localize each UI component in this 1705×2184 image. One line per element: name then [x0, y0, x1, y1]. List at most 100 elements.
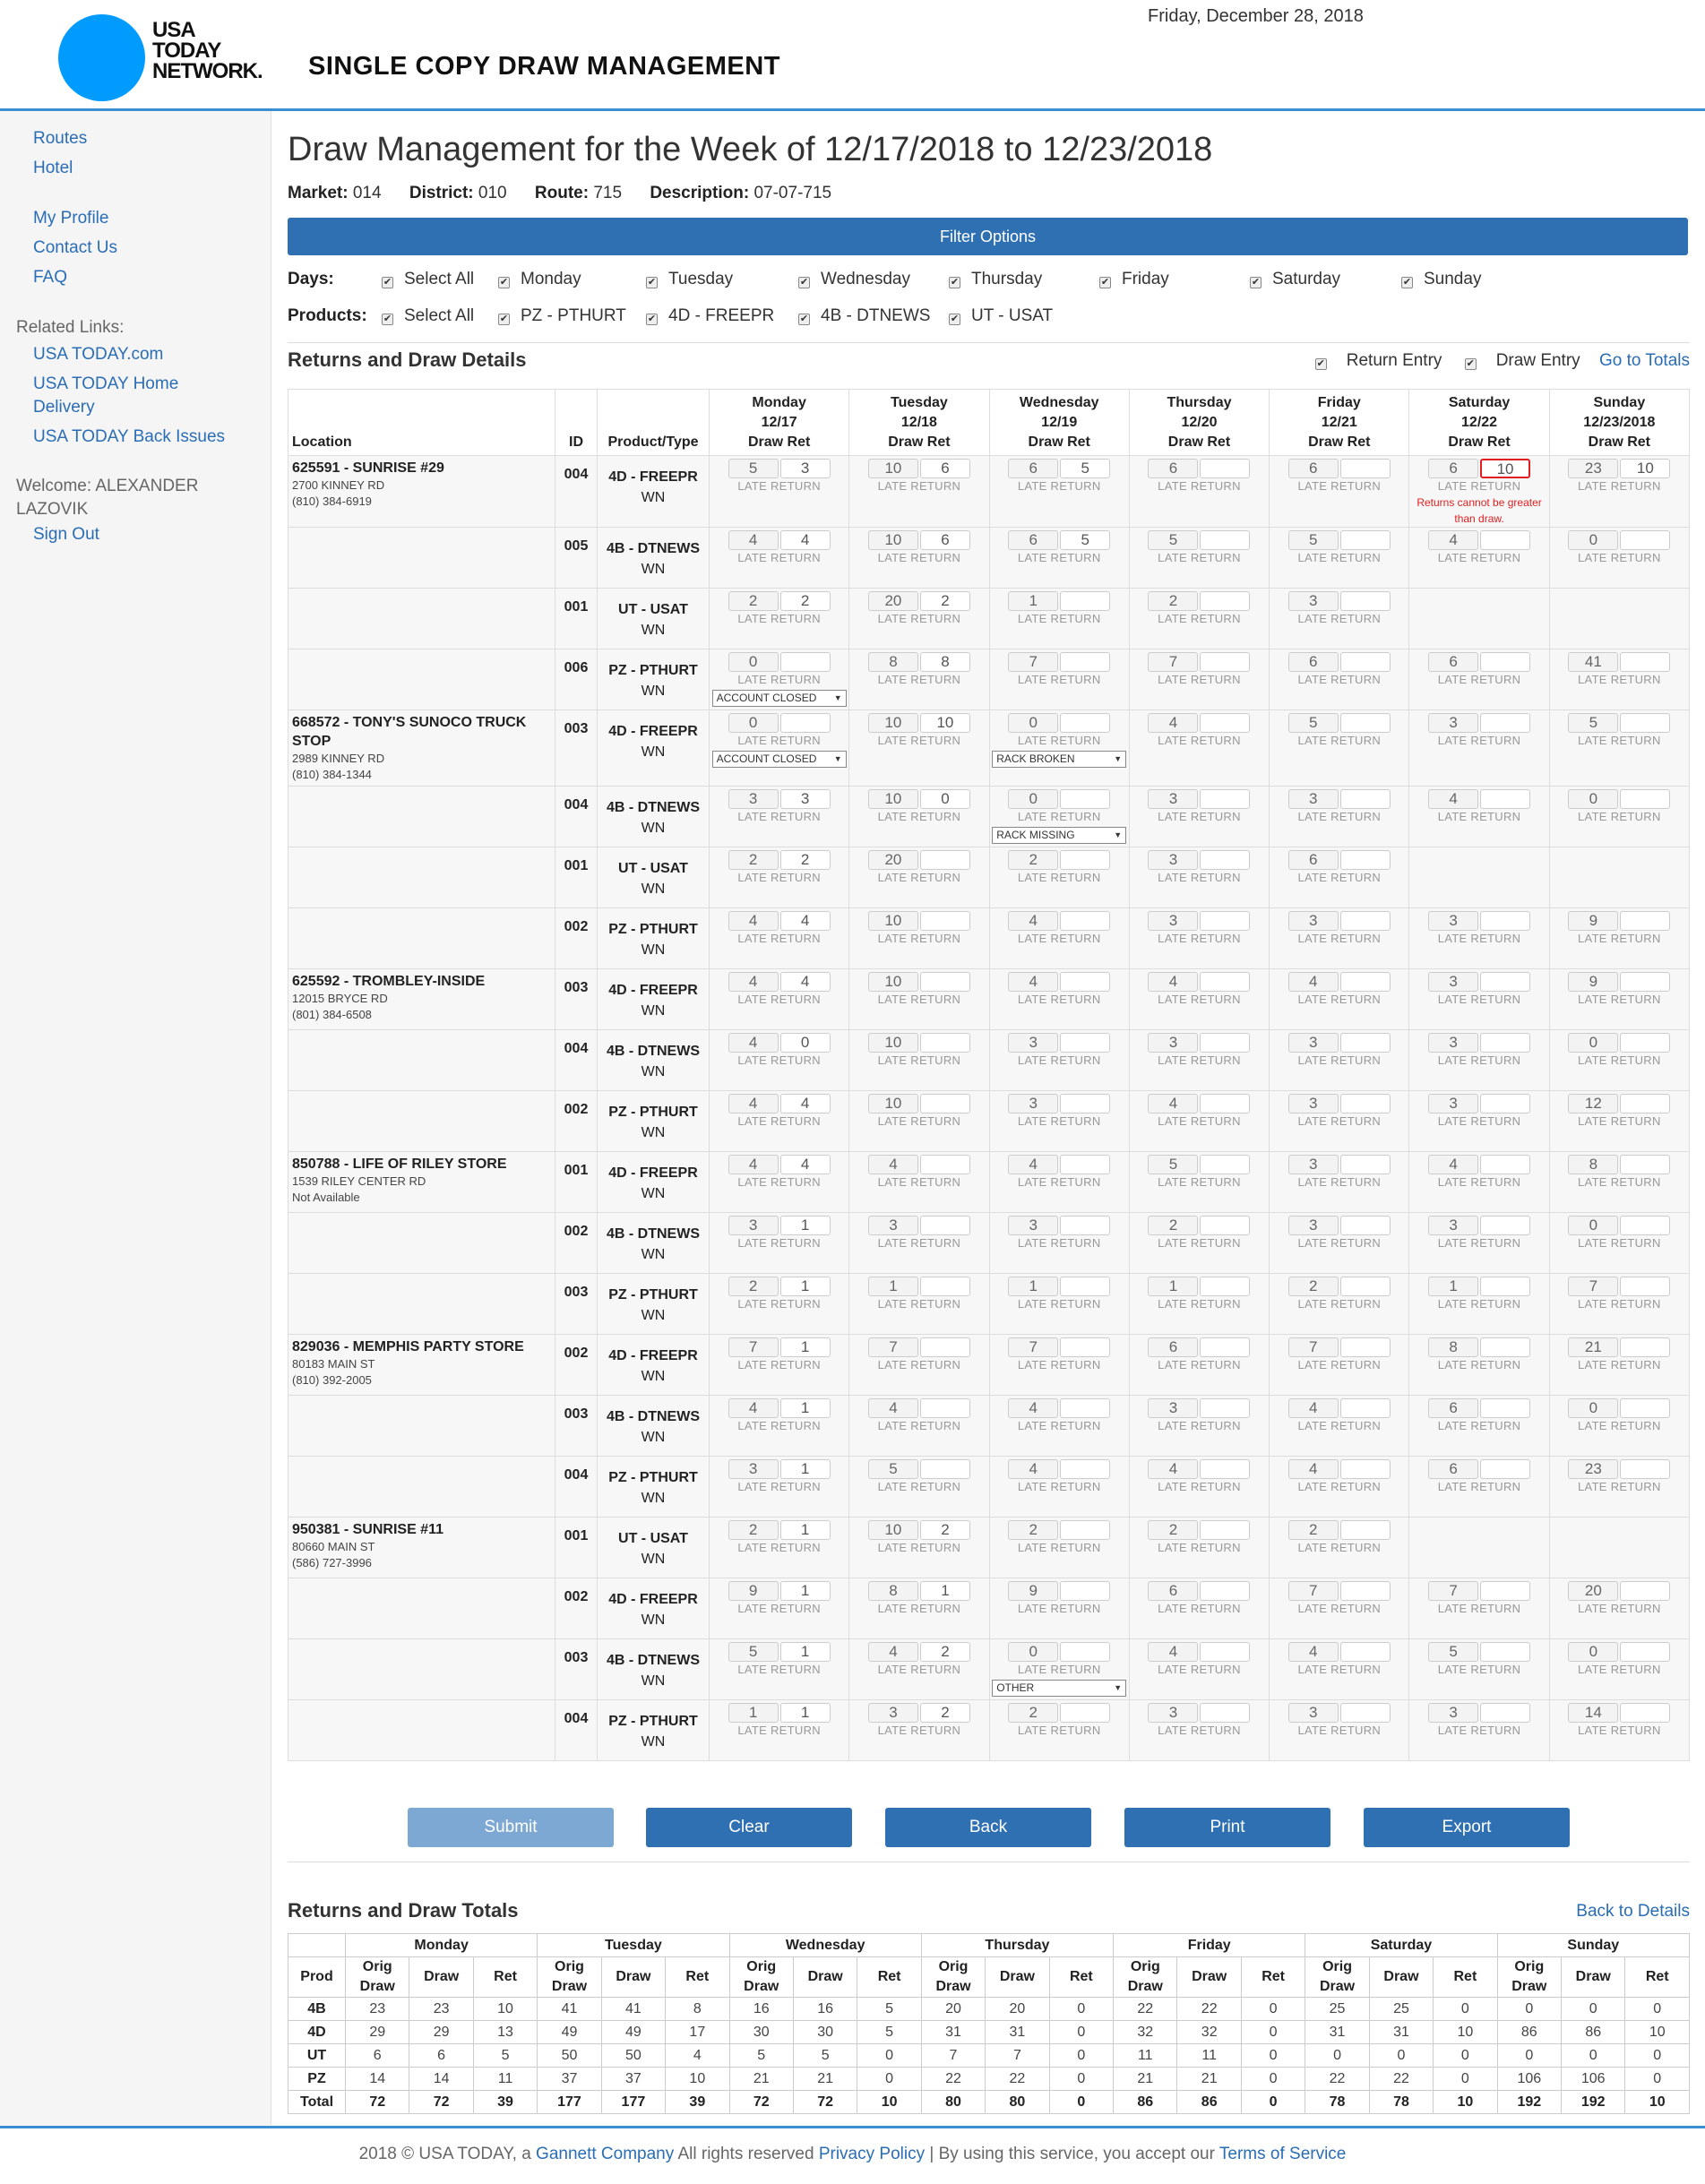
return-input[interactable] — [1339, 1033, 1391, 1053]
return-input[interactable] — [1480, 1033, 1531, 1053]
return-input[interactable] — [919, 1094, 970, 1113]
draw-input[interactable]: 4 — [728, 1094, 779, 1113]
day-checkbox[interactable]: ✔ Sunday — [1401, 266, 1481, 293]
draw-input[interactable]: 3 — [1428, 713, 1479, 733]
draw-input[interactable]: 6 — [1428, 1398, 1479, 1418]
return-input[interactable] — [1200, 591, 1251, 611]
return-input[interactable] — [1060, 1216, 1111, 1235]
privacy-policy-link[interactable]: Privacy Policy — [819, 2145, 925, 2163]
return-input[interactable] — [1339, 789, 1391, 809]
return-input[interactable] — [1480, 1216, 1531, 1235]
return-input[interactable] — [1339, 1155, 1391, 1174]
return-input[interactable] — [1480, 1459, 1531, 1479]
return-input[interactable] — [1060, 972, 1111, 992]
return-input[interactable] — [1339, 1216, 1391, 1235]
filter-options-button[interactable]: Filter Options — [288, 218, 1688, 255]
return-input[interactable] — [1060, 1398, 1111, 1418]
draw-input[interactable]: 4 — [1008, 1155, 1059, 1174]
return-input[interactable]: 1 — [779, 1642, 831, 1662]
draw-input[interactable]: 8 — [1568, 1155, 1619, 1174]
return-input[interactable] — [1060, 850, 1111, 870]
draw-input[interactable]: 3 — [728, 1216, 779, 1235]
draw-input[interactable]: 4 — [1008, 1398, 1059, 1418]
day-checkbox[interactable]: ✔ Select All — [382, 266, 474, 293]
return-input[interactable] — [1480, 1703, 1531, 1723]
draw-input[interactable]: 6 — [1287, 652, 1339, 672]
return-input[interactable]: 1 — [779, 1337, 831, 1357]
return-input[interactable] — [1060, 1277, 1111, 1296]
draw-input[interactable]: 9 — [728, 1581, 779, 1601]
related-link-back-issues[interactable]: USA TODAY Back Issues — [33, 426, 225, 449]
draw-input[interactable]: 4 — [728, 530, 779, 550]
return-input[interactable] — [1620, 1155, 1671, 1174]
draw-input[interactable]: 10 — [867, 1520, 918, 1540]
draw-input[interactable]: 2 — [728, 591, 779, 611]
draw-input[interactable]: 1 — [1148, 1277, 1199, 1296]
return-input[interactable] — [1060, 591, 1111, 611]
draw-input[interactable]: 2 — [1287, 1277, 1339, 1296]
draw-input[interactable]: 6 — [1428, 459, 1479, 478]
return-input[interactable]: 1 — [779, 1216, 831, 1235]
draw-input[interactable]: 7 — [1008, 652, 1059, 672]
return-input[interactable] — [1200, 1642, 1251, 1662]
draw-input[interactable]: 1 — [1428, 1277, 1479, 1296]
draw-input[interactable]: 6 — [1148, 459, 1199, 478]
draw-input[interactable]: 20 — [867, 850, 918, 870]
draw-input[interactable]: 3 — [1428, 1216, 1479, 1235]
draw-input[interactable]: 0 — [1568, 530, 1619, 550]
draw-input[interactable]: 4 — [1287, 1642, 1339, 1662]
draw-input[interactable]: 3 — [1148, 850, 1199, 870]
return-input[interactable]: 3 — [779, 459, 831, 478]
draw-input[interactable]: 7 — [1428, 1581, 1479, 1601]
return-input[interactable] — [1060, 911, 1111, 931]
back-button[interactable]: Back — [885, 1808, 1091, 1847]
draw-input[interactable]: 2 — [728, 850, 779, 870]
draw-input[interactable]: 3 — [1287, 1094, 1339, 1113]
draw-input[interactable]: 6 — [1008, 459, 1059, 478]
product-checkbox[interactable]: ✔ UT - USAT — [949, 303, 1053, 330]
draw-input[interactable]: 2 — [1148, 591, 1199, 611]
draw-input[interactable]: 4 — [1008, 972, 1059, 992]
draw-input[interactable]: 2 — [1287, 1520, 1339, 1540]
return-entry-toggle[interactable]: ✔ Return Entry — [1306, 351, 1442, 370]
related-link-usatoday[interactable]: USA TODAY.com — [33, 343, 163, 366]
return-input[interactable]: 10 — [1620, 459, 1671, 478]
return-input[interactable] — [1480, 652, 1531, 672]
draw-input[interactable]: 4 — [1428, 1155, 1479, 1174]
draw-input[interactable]: 4 — [1008, 1459, 1059, 1479]
return-input[interactable] — [1200, 1520, 1251, 1540]
return-input[interactable] — [1339, 1094, 1391, 1113]
draw-input[interactable]: 12 — [1568, 1094, 1619, 1113]
day-checkbox[interactable]: ✔ Friday — [1099, 266, 1169, 293]
sidebar-link-hotel[interactable]: Hotel — [33, 157, 73, 180]
return-input[interactable] — [1339, 911, 1391, 931]
draw-input[interactable]: 3 — [1428, 1703, 1479, 1723]
return-input[interactable] — [1060, 1581, 1111, 1601]
draw-input[interactable]: 1 — [867, 1277, 918, 1296]
return-input[interactable] — [1480, 1277, 1531, 1296]
draw-input[interactable]: 14 — [1568, 1703, 1619, 1723]
return-input[interactable] — [1480, 530, 1531, 550]
return-input[interactable] — [1060, 652, 1111, 672]
return-input[interactable] — [1620, 652, 1671, 672]
return-input[interactable] — [1620, 1398, 1671, 1418]
sidebar-link-faq[interactable]: FAQ — [33, 266, 67, 289]
draw-input[interactable]: 3 — [728, 1459, 779, 1479]
return-input[interactable]: 6 — [919, 530, 970, 550]
return-input[interactable] — [1200, 850, 1251, 870]
submit-button[interactable]: Submit — [408, 1808, 614, 1847]
draw-input[interactable]: 3 — [1287, 789, 1339, 809]
draw-input[interactable]: 7 — [1287, 1581, 1339, 1601]
product-checkbox[interactable]: ✔ 4D - FREEPR — [646, 303, 774, 330]
return-input[interactable]: 10 — [1480, 459, 1531, 478]
draw-input[interactable]: 3 — [728, 789, 779, 809]
draw-input[interactable]: 4 — [1148, 1094, 1199, 1113]
draw-input[interactable]: 8 — [867, 652, 918, 672]
day-checkbox[interactable]: ✔ Saturday — [1250, 266, 1340, 293]
return-input[interactable]: 4 — [779, 530, 831, 550]
return-input[interactable]: 4 — [779, 972, 831, 992]
draw-input[interactable]: 4 — [728, 972, 779, 992]
return-input[interactable] — [919, 1459, 970, 1479]
return-input[interactable] — [1480, 789, 1531, 809]
return-input[interactable] — [1200, 530, 1251, 550]
